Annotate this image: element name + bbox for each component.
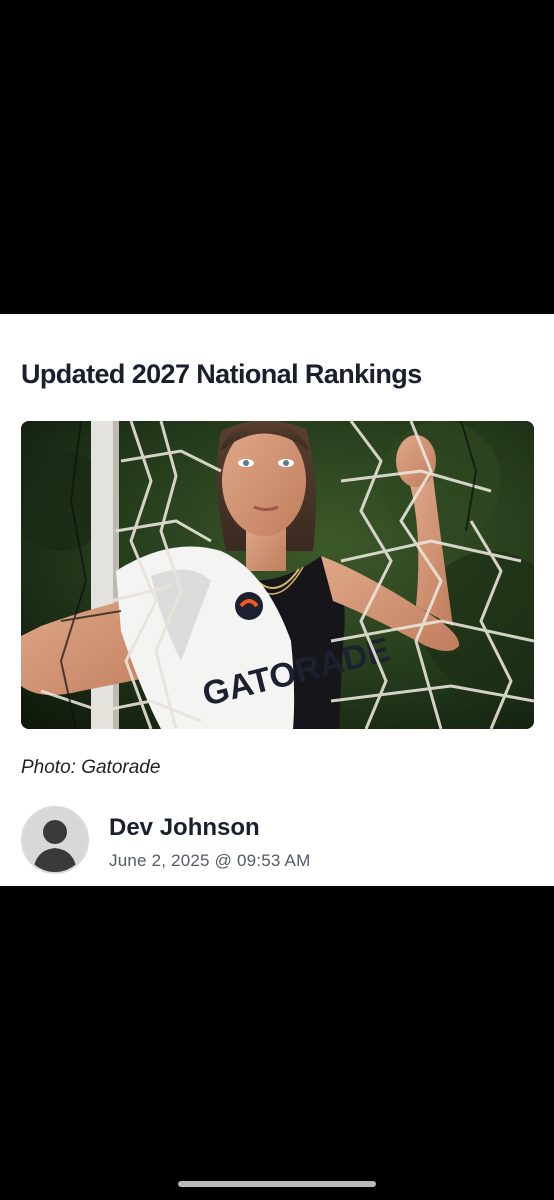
article-title[interactable]: Updated 2027 National Rankings — [21, 356, 533, 392]
author-avatar[interactable] — [21, 806, 89, 874]
home-indicator[interactable] — [178, 1181, 376, 1187]
photo-illustration: GATORADE — [21, 421, 534, 729]
author-name[interactable]: Dev Johnson — [109, 813, 260, 843]
post-date: June 2, 2025 @ 09:53 AM — [109, 851, 311, 870]
photo-caption: Photo: Gatorade — [21, 757, 161, 778]
person-silhouette-icon — [23, 808, 87, 872]
top-black-area — [0, 0, 554, 314]
article-photo[interactable]: GATORADE — [21, 421, 534, 729]
